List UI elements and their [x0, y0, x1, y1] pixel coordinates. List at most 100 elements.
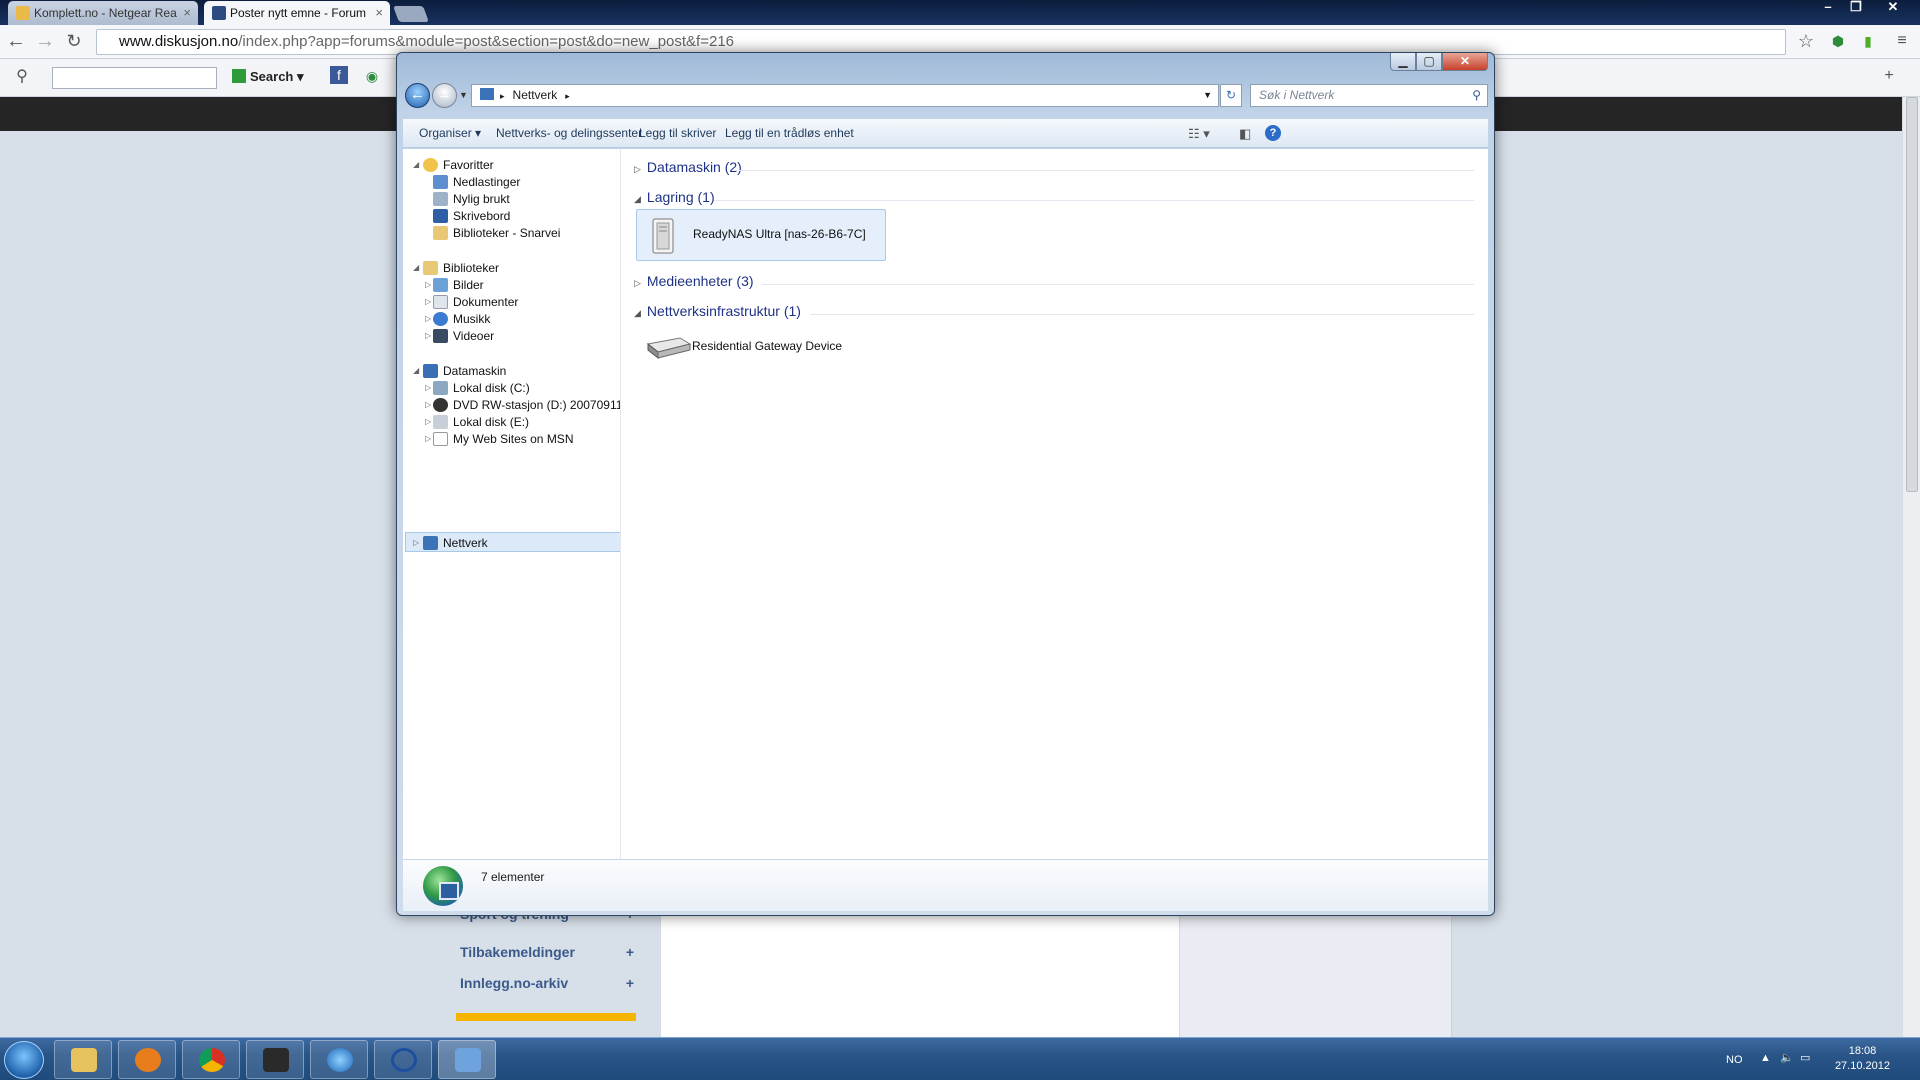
- explorer-content: ◢ Favoritter Nedlastinger Nylig brukt Sk…: [403, 149, 1488, 859]
- collapse-triangle-icon[interactable]: ◢: [634, 308, 641, 318]
- group-medieenheter[interactable]: ▷ Medieenheter (3): [634, 273, 754, 295]
- taskbar-itunes[interactable]: [310, 1040, 368, 1079]
- tab-close-icon[interactable]: ×: [183, 1, 191, 25]
- window-maximize-button[interactable]: ▢: [1416, 53, 1442, 71]
- chrome-icon: [199, 1048, 225, 1072]
- back-arrow-icon[interactable]: ←: [4, 30, 28, 54]
- close-icon[interactable]: ✕: [1880, 0, 1906, 16]
- forum-category-innlegg[interactable]: Innlegg.no-arkiv +: [460, 969, 638, 997]
- reload-icon[interactable]: ↻: [62, 30, 86, 54]
- explorer-search-input[interactable]: Søk i Nettverk ⚲: [1250, 84, 1488, 107]
- help-icon[interactable]: ?: [1265, 125, 1281, 141]
- scrollbar-thumb[interactable]: [1906, 97, 1918, 492]
- collapse-triangle-icon[interactable]: ◢: [413, 361, 419, 381]
- recent-places-icon: [433, 192, 448, 206]
- tab-diskusjon[interactable]: Poster nytt emne - Forum ×: [204, 1, 390, 25]
- forum-divider: [456, 1013, 636, 1021]
- expand-triangle-icon[interactable]: ▷: [634, 164, 641, 174]
- expand-triangle-icon[interactable]: ▷: [413, 533, 419, 553]
- network-sharing-center-button[interactable]: Nettverks- og delingssenter: [496, 126, 642, 140]
- extension-icon[interactable]: ⬢: [1826, 30, 1850, 54]
- breadcrumb-nettverk[interactable]: Nettverk: [513, 88, 558, 102]
- search-icon[interactable]: ⚲: [10, 66, 34, 90]
- nav-label: Nedlastinger: [453, 175, 521, 189]
- expand-triangle-icon[interactable]: ▷: [425, 326, 431, 346]
- breadcrumb-arrow-icon[interactable]: ▸: [500, 91, 505, 101]
- refresh-icon[interactable]: ↻: [1220, 84, 1242, 107]
- facebook-icon[interactable]: f: [330, 66, 348, 84]
- explorer-address-bar[interactable]: ▸ Nettverk ▸ ▼: [471, 84, 1219, 107]
- forum-category-tilbakemeldinger[interactable]: Tilbakemeldinger +: [460, 938, 638, 966]
- taskbar-chrome[interactable]: [182, 1040, 240, 1079]
- new-tab-button[interactable]: [393, 6, 429, 22]
- restore-icon[interactable]: ❐: [1843, 0, 1869, 16]
- nav-item-web-sites[interactable]: ▷ My Web Sites on MSN: [425, 429, 574, 449]
- add-printer-button[interactable]: Legg til skriver: [639, 126, 716, 140]
- system-tray: NO ▲ 🔈 ▭ 18:08 27.10.2012: [1710, 1042, 1910, 1078]
- nav-label: Nettverk: [443, 536, 488, 550]
- tab-komplett[interactable]: Komplett.no - Netgear Rea ×: [8, 1, 198, 25]
- tab-close-icon[interactable]: ×: [375, 1, 383, 25]
- forward-arrow-icon[interactable]: →: [33, 30, 57, 54]
- volume-icon[interactable]: 🔈: [1780, 1051, 1794, 1064]
- toolbar-search-button[interactable]: Search ▾: [232, 69, 304, 85]
- utorrent-icon[interactable]: ◉: [360, 65, 384, 89]
- network-icon: [423, 536, 438, 550]
- page-scrollbar[interactable]: [1902, 97, 1920, 1037]
- taskbar-explorer[interactable]: [54, 1040, 112, 1079]
- window-close-button[interactable]: ✕: [1442, 53, 1488, 71]
- signal-icon[interactable]: ▮: [1856, 30, 1880, 54]
- nav-item-biblioteker-snarvei[interactable]: Biblioteker - Snarvei: [433, 223, 560, 243]
- taskbar-media-player[interactable]: [118, 1040, 176, 1079]
- bookmark-star-icon[interactable]: ☆: [1794, 30, 1818, 54]
- window-minimize-button[interactable]: ▁: [1390, 53, 1416, 71]
- show-hidden-icons-icon[interactable]: ▲: [1760, 1052, 1771, 1064]
- minimize-icon[interactable]: –: [1815, 0, 1841, 16]
- explorer-back-button[interactable]: ←: [405, 83, 430, 108]
- network-icon: [480, 88, 494, 100]
- nav-network[interactable]: ▷ Nettverk: [413, 533, 488, 553]
- device-tile-readynas[interactable]: ReadyNAS Ultra [nas-26-B6-7C]: [636, 209, 886, 261]
- clock[interactable]: 18:08 27.10.2012: [1835, 1044, 1890, 1074]
- group-datamaskin[interactable]: ▷ Datamaskin (2): [634, 159, 742, 181]
- add-icon[interactable]: +: [1877, 65, 1901, 89]
- add-wireless-device-button[interactable]: Legg til en trådløs enhet: [725, 126, 854, 140]
- collapse-triangle-icon[interactable]: ◢: [413, 258, 419, 278]
- file-pane: ▷ Datamaskin (2) ◢ Lagring (1) ReadyNAS Ul…: [622, 149, 1488, 859]
- search-icon[interactable]: ⚲: [1472, 85, 1481, 106]
- nav-label: My Web Sites on MSN: [453, 432, 574, 446]
- address-dropdown-chevron-icon[interactable]: ▼: [1203, 85, 1212, 106]
- expand-triangle-icon[interactable]: ▷: [425, 429, 431, 449]
- toolbar-search-input[interactable]: [52, 67, 217, 89]
- taskbar-steam[interactable]: [246, 1040, 304, 1079]
- explorer-forward-button[interactable]: →: [432, 83, 457, 108]
- organize-menu-button[interactable]: Organiser ▾: [419, 126, 481, 140]
- nav-label: Nylig brukt: [453, 192, 510, 206]
- expand-plus-icon[interactable]: +: [626, 969, 634, 997]
- view-options-icon[interactable]: ☷ ▾: [1188, 126, 1210, 142]
- preview-pane-icon[interactable]: ◧: [1239, 126, 1251, 142]
- command-bar: Organiser ▾ Nettverks- og delingssenter …: [403, 118, 1488, 148]
- collapse-triangle-icon[interactable]: ◢: [413, 155, 419, 175]
- network-tray-icon[interactable]: ▭: [1800, 1051, 1810, 1064]
- steam-icon: [263, 1048, 289, 1072]
- dvd-drive-icon: [433, 398, 448, 412]
- app-icon: [391, 1048, 417, 1072]
- nav-item-videoer[interactable]: ▷ Videoer: [425, 326, 494, 346]
- group-lagring[interactable]: ◢ Lagring (1): [634, 189, 715, 211]
- language-indicator[interactable]: NO: [1726, 1054, 1743, 1066]
- nav-label: Lokal disk (E:): [453, 415, 530, 429]
- nav-label: Bilder: [453, 278, 484, 292]
- breadcrumb-arrow-icon[interactable]: ▸: [565, 91, 570, 101]
- star-icon: [423, 158, 438, 172]
- taskbar-app[interactable]: [374, 1040, 432, 1079]
- details-pane: 7 elementer: [403, 859, 1488, 911]
- expand-plus-icon[interactable]: +: [626, 938, 634, 966]
- menu-icon[interactable]: ≡: [1890, 30, 1914, 54]
- start-button[interactable]: [4, 1041, 44, 1079]
- taskbar-network-window[interactable]: [438, 1040, 496, 1079]
- device-tile-gateway[interactable]: Residential Gateway Device: [636, 322, 886, 372]
- collapse-triangle-icon[interactable]: ◢: [634, 194, 641, 204]
- recent-pages-chevron-icon[interactable]: ▼: [459, 90, 468, 100]
- expand-triangle-icon[interactable]: ▷: [634, 278, 641, 288]
